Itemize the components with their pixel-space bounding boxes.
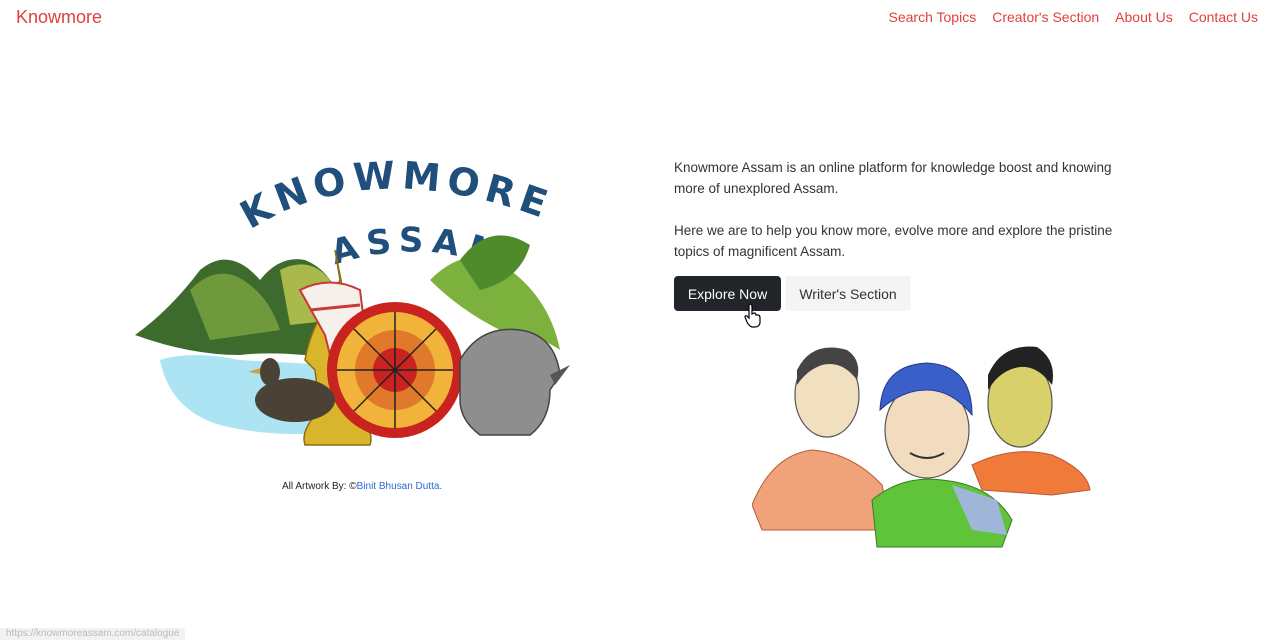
nav-links: Search Topics Creator's Section About Us… — [889, 9, 1258, 25]
navbar: Knowmore Search Topics Creator's Section… — [0, 0, 1280, 36]
nav-link-contact-us[interactable]: Contact Us — [1189, 9, 1258, 25]
intro-paragraph-1: Knowmore Assam is an online platform for… — [674, 160, 1112, 196]
status-bar-url: https://knowmoreassam.com/catalogue — [0, 628, 186, 640]
credit-artist-link[interactable]: Binit Bhusan Dutta. — [357, 481, 443, 492]
explore-now-button[interactable]: Explore Now — [674, 276, 781, 311]
writers-section-button[interactable]: Writer's Section — [785, 276, 911, 311]
knowmore-assam-logo-artwork: KNOWMORE ASSAM — [135, 153, 570, 446]
brand-link[interactable]: Knowmore — [16, 7, 102, 28]
hero-artwork: KNOWMORE ASSAM — [130, 153, 570, 460]
assam-personalities-illustration — [751, 346, 1091, 548]
nav-link-search-topics[interactable]: Search Topics — [889, 9, 977, 25]
intro-description: Knowmore Assam is an online platform for… — [674, 157, 1144, 283]
nav-link-about-us[interactable]: About Us — [1115, 9, 1173, 25]
credit-prefix: All Artwork By: © — [282, 481, 357, 492]
hand-pointer-cursor-icon — [744, 303, 761, 328]
artwork-credit: All Artwork By: ©Binit Bhusan Dutta. — [282, 481, 442, 492]
svg-text:KNOWMORE: KNOWMORE — [233, 160, 559, 237]
intro-paragraph-2: Here we are to help you know more, evolv… — [674, 223, 1113, 259]
nav-link-creators-section[interactable]: Creator's Section — [992, 9, 1099, 25]
logo-text-knowmore: KNOWMORE — [233, 153, 553, 237]
portraits-artwork — [751, 335, 1092, 550]
